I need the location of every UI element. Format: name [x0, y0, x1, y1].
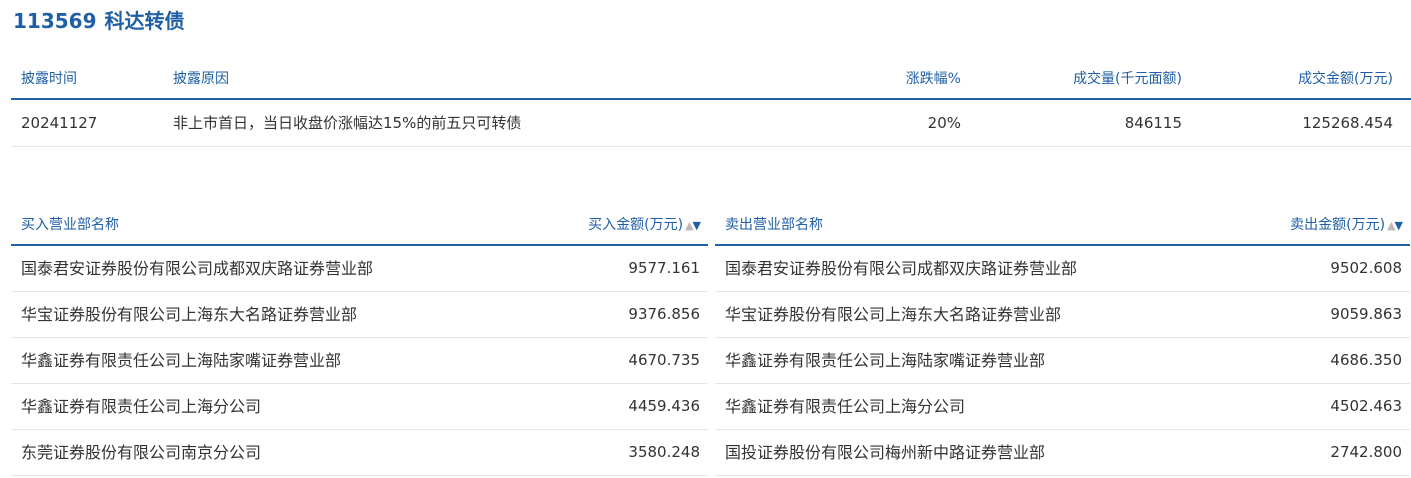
- sell-amount: 4502.463: [1330, 397, 1402, 415]
- table-row: 华鑫证券有限责任公司上海分公司 4502.463: [715, 384, 1410, 430]
- table-row: 国泰君安证券股份有限公司成都双庆路证券营业部 9577.161: [11, 246, 708, 292]
- summary-data-row: 20241127 非上市首日，当日收盘价涨幅达15%的前五只可转债 20% 84…: [11, 100, 1411, 147]
- buy-amount: 4459.436: [628, 397, 700, 415]
- turnover-value: 125268.454: [1302, 114, 1393, 132]
- sell-broker-table: 卖出营业部名称 卖出金额(万元) ▲▼ 国泰君安证券股份有限公司成都双庆路证券营业…: [715, 206, 1410, 476]
- bond-code: 113569: [13, 9, 97, 33]
- sell-broker-name-header: 卖出营业部名称: [725, 217, 823, 233]
- table-row: 华宝证券股份有限公司上海东大名路证券营业部 9059.863: [715, 292, 1410, 338]
- table-row: 华宝证券股份有限公司上海东大名路证券营业部 9376.856: [11, 292, 708, 338]
- sort-descending-icon[interactable]: ▼: [693, 219, 702, 232]
- sell-amount: 4686.350: [1330, 351, 1402, 369]
- buy-amount: 9376.856: [628, 305, 700, 323]
- buy-amount: 3580.248: [628, 443, 700, 461]
- disclosure-reason-value: 非上市首日，当日收盘价涨幅达15%的前五只可转债: [173, 114, 522, 132]
- buy-amount-header-label: 买入金额(万元): [588, 217, 684, 233]
- disclosure-summary-table: 披露时间 披露原因 涨跌幅% 成交量(千元面额) 成交金额(万元) 202411…: [11, 60, 1411, 147]
- buy-amount: 4670.735: [628, 351, 700, 369]
- sell-broker-name: 华鑫证券有限责任公司上海分公司: [725, 397, 966, 416]
- header-disclosure-reason: 披露原因: [173, 71, 229, 87]
- header-turnover: 成交金额(万元): [1298, 71, 1393, 87]
- sort-descending-icon[interactable]: ▼: [1395, 219, 1404, 232]
- sort-toggle-icon[interactable]: ▲▼: [1387, 207, 1404, 245]
- sell-amount: 9059.863: [1330, 305, 1402, 323]
- buy-broker-name: 东莞证券股份有限公司南京分公司: [21, 443, 262, 462]
- table-row: 东莞证券股份有限公司南京分公司 3580.248: [11, 430, 708, 476]
- header-disclosure-time: 披露时间: [21, 71, 77, 87]
- buy-amount-sort-header[interactable]: 买入金额(万元) ▲▼: [588, 206, 702, 245]
- sell-amount: 2742.800: [1330, 443, 1402, 461]
- sell-amount-sort-header[interactable]: 卖出金额(万元) ▲▼: [1290, 206, 1404, 245]
- sell-broker-name: 国投证券股份有限公司梅州新中路证券营业部: [725, 443, 1046, 462]
- buy-broker-name: 华鑫证券有限责任公司上海分公司: [21, 397, 262, 416]
- table-row: 华鑫证券有限责任公司上海陆家嘴证券营业部 4670.735: [11, 338, 708, 384]
- sort-ascending-icon[interactable]: ▲: [685, 219, 694, 232]
- change-percent-value: 20%: [927, 114, 961, 132]
- buy-broker-name: 国泰君安证券股份有限公司成都双庆路证券营业部: [21, 259, 374, 278]
- buy-broker-name: 华鑫证券有限责任公司上海陆家嘴证券营业部: [21, 351, 342, 370]
- buy-broker-name-header: 买入营业部名称: [21, 217, 119, 233]
- sell-amount: 9502.608: [1330, 259, 1402, 277]
- buy-broker-name: 华宝证券股份有限公司上海东大名路证券营业部: [21, 305, 358, 324]
- table-row: 国泰君安证券股份有限公司成都双庆路证券营业部 9502.608: [715, 246, 1410, 292]
- volume-value: 846115: [1124, 114, 1182, 132]
- sell-broker-name: 国泰君安证券股份有限公司成都双庆路证券营业部: [725, 259, 1078, 278]
- summary-header-row: 披露时间 披露原因 涨跌幅% 成交量(千元面额) 成交金额(万元): [11, 60, 1411, 100]
- buy-broker-table: 买入营业部名称 买入金额(万元) ▲▼ 国泰君安证券股份有限公司成都双庆路证券营业…: [11, 206, 708, 476]
- table-row: 华鑫证券有限责任公司上海分公司 4459.436: [11, 384, 708, 430]
- header-change-percent: 涨跌幅%: [905, 71, 961, 87]
- page-title: 113569 科达转债: [13, 6, 185, 36]
- buy-amount: 9577.161: [628, 259, 700, 277]
- sort-toggle-icon[interactable]: ▲▼: [685, 207, 702, 245]
- sell-amount-header-label: 卖出金额(万元): [1290, 217, 1386, 233]
- bond-name: 科达转债: [104, 9, 185, 33]
- buy-header-row: 买入营业部名称 买入金额(万元) ▲▼: [11, 206, 708, 246]
- sell-broker-name: 华鑫证券有限责任公司上海陆家嘴证券营业部: [725, 351, 1046, 370]
- sell-broker-name: 华宝证券股份有限公司上海东大名路证券营业部: [725, 305, 1062, 324]
- sell-header-row: 卖出营业部名称 卖出金额(万元) ▲▼: [715, 206, 1410, 246]
- table-row: 华鑫证券有限责任公司上海陆家嘴证券营业部 4686.350: [715, 338, 1410, 384]
- table-row: 国投证券股份有限公司梅州新中路证券营业部 2742.800: [715, 430, 1410, 476]
- header-volume: 成交量(千元面额): [1073, 71, 1182, 87]
- sort-ascending-icon[interactable]: ▲: [1387, 219, 1396, 232]
- disclosure-time-value: 20241127: [21, 114, 98, 132]
